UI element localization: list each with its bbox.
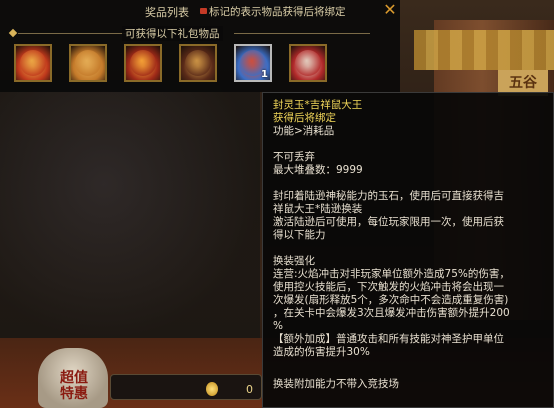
enhance-line-2: 使用控火技能后，下次触发的火焰冲击将会出现一 [273, 281, 504, 293]
extra-bonus-line-1: 【额外加成】普通攻击和所有技能对神圣护甲单位 [273, 333, 504, 345]
bind-note: 标记的表示物品获得后将绑定 [200, 4, 346, 19]
bottom-progress-bar [110, 374, 262, 400]
tooltip-footer: 换装附加能力不带入竞技场 [273, 378, 399, 390]
special-offer-label: 超值 特惠 [44, 370, 104, 402]
prize-item-fire-figure[interactable] [124, 44, 162, 82]
prize-item-chest-orange[interactable] [69, 44, 107, 82]
panel-header: 奖品列表 标记的表示物品获得后将绑定 ✕ [0, 0, 400, 22]
item-usage-line-1: 激活陆逊后可使用，每位玩家限用一次，使用后获 [273, 216, 504, 228]
item-description-line-2: 祥鼠大王*陆逊换装 [273, 203, 363, 215]
close-button[interactable]: ✕ [382, 2, 398, 18]
enhance-line-4: ，在关卡中会爆发3次且爆发冲击伤害额外提升200 [273, 307, 510, 319]
enhance-title: 换装强化 [273, 255, 315, 267]
coin-icon [206, 382, 218, 396]
special-offer-line-1: 超值 [60, 370, 88, 386]
prize-item-fire-jade-orb[interactable]: 1 [234, 44, 272, 82]
fire-figure-icon [130, 50, 156, 76]
item-max-stack: 最大堆叠数：9999 [273, 164, 363, 176]
lucky-mouse-pack-dark-icon [185, 50, 211, 76]
lock-icon [200, 8, 207, 14]
special-offer-line-2: 特惠 [60, 386, 88, 402]
item-tooltip: 封灵玉*吉祥鼠大王 获得后将绑定 功能>消耗品 不可丢弃 最大堆叠数：9999 … [262, 92, 554, 408]
item-type: 功能>消耗品 [273, 125, 335, 137]
item-name: 封灵玉*吉祥鼠大王 [273, 99, 363, 111]
extra-bonus-line-2: 造成的伤害提升30% [273, 346, 370, 358]
item-not-discardable: 不可丢弃 [273, 151, 315, 163]
section-header: 可获得以下礼包物品 [4, 26, 374, 41]
panel-title: 奖品列表 [145, 6, 189, 19]
section-diamond-icon [8, 28, 18, 38]
item-description-line-1: 封印着陆逊神秘能力的玉石，使用后可直接获得吉 [273, 190, 504, 202]
prize-item-lucky-mouse-pack-dark[interactable] [179, 44, 217, 82]
lucky-mouse-pack-red-icon [20, 50, 46, 76]
mouse-king-mask-icon [295, 50, 321, 76]
section-divider-left [18, 33, 128, 34]
enhance-line-5: % [273, 320, 283, 332]
section-title: 可获得以下礼包物品 [122, 26, 223, 41]
chest-orange-icon [75, 50, 101, 76]
enhance-line-1: 连营:火焰冲击对非玩家单位额外造成75%的伤害， [273, 268, 510, 280]
background-shadow [0, 80, 260, 340]
item-count-badge: 1 [261, 69, 268, 80]
prize-item-mouse-king-mask[interactable] [289, 44, 327, 82]
background-stall-roof [414, 30, 554, 70]
item-usage-line-2: 得以下能力 [273, 229, 326, 241]
bottom-counter: 0 [246, 383, 253, 396]
prize-item-lucky-mouse-pack-red[interactable] [14, 44, 52, 82]
item-bind-status: 获得后将绑定 [273, 112, 336, 124]
bind-note-text: 标记的表示物品获得后将绑定 [209, 6, 346, 18]
enhance-line-3: 次爆发(扇形释放5个，多次命中不会造成重复伤害) [273, 294, 509, 306]
prize-list-panel: 奖品列表 标记的表示物品获得后将绑定 ✕ 可获得以下礼包物品 1 [0, 0, 400, 92]
section-divider-right [234, 33, 370, 34]
